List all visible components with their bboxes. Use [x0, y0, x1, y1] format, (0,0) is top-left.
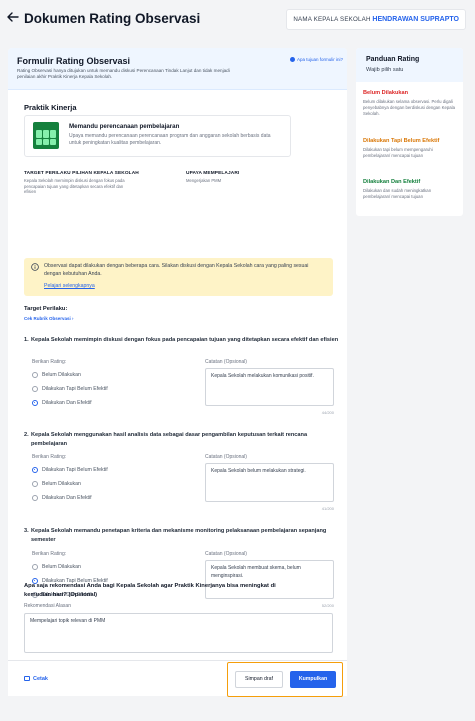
print-button[interactable]: Cetak [24, 676, 48, 682]
question-number: 2. [24, 432, 29, 438]
target-text: Kepala Sekolah memimpin diskusi dengan f… [24, 178, 125, 194]
note-label: Catatan (Opsional) [205, 551, 247, 557]
recommendation-label: Rekomendasi Alasan [24, 603, 71, 609]
q2-char-counter: 41/200 [321, 506, 334, 511]
recommendation-field[interactable]: Mempelajari topik relevan di PMM [24, 613, 333, 653]
top-bar: Dokumen Rating Observasi NAMA KEPALA SEK… [0, 0, 475, 40]
form-title: Formulir Rating Observasi [17, 56, 131, 66]
guide-text-2: Dilakukan tapi belum mempengaruhi pembel… [363, 147, 433, 158]
radio-button[interactable] [32, 495, 38, 501]
question-text: Kepala Sekolah menggunakan hasil analisi… [31, 432, 308, 447]
upaya-text: Mengerjakan PMM [186, 178, 222, 183]
recommendation-question: Apa saja rekomendasi Anda bagi Kepala Se… [24, 583, 276, 598]
option-label: Dilakukan Dan Efektif [42, 495, 92, 501]
option-label: Belum Dilakukan [42, 372, 81, 378]
guide-title: Panduan Rating [366, 56, 420, 63]
option-label: Belum Dilakukan [42, 564, 81, 570]
kepsek-badge: NAMA KEPALA SEKOLAH HENDRAWAN SUPRAPTO [286, 9, 466, 30]
rubric-link-label: Cek Rubrik Observasi [24, 316, 71, 321]
guide-text-1: Belum dilakukan selama observasi. Perlu … [363, 99, 455, 116]
kepsek-label: NAMA KEPALA SEKOLAH [293, 16, 371, 23]
info-icon [289, 57, 295, 62]
form-header: Formulir Rating Observasi Rating Observa… [8, 48, 347, 90]
guide-heading-2: Dilakukan Tapi Belum Efektif [363, 138, 440, 144]
radio-button-selected[interactable] [32, 467, 38, 473]
purpose-link-label: Apa tujuan formulir ini? [296, 57, 343, 62]
arrow-left-icon[interactable] [6, 10, 20, 24]
competency-illustration [33, 122, 59, 149]
competency-description: Upaya memandu perencanaan perencanaan pr… [69, 133, 271, 146]
question-text: Kepala Sekolah memimpin diskusi dengan f… [31, 337, 339, 343]
question-text: Kepala Sekolah memandu penetapan kriteri… [31, 528, 327, 543]
print-label: Cetak [33, 676, 48, 682]
form-card: Formulir Rating Observasi Rating Observa… [8, 48, 347, 696]
submit-button[interactable]: Kumpulkan [290, 671, 336, 688]
save-draft-button[interactable]: Simpan draf [235, 671, 283, 688]
q1-note-field[interactable]: Kepala Sekolah melakukan komunikasi posi… [205, 368, 334, 406]
radio-button[interactable] [32, 386, 38, 392]
radio-button-selected[interactable] [32, 400, 38, 406]
q3-char-counter: 52/200 [321, 603, 334, 608]
q2-note-field[interactable]: Kepala Sekolah belum melakukan strategi. [205, 463, 334, 502]
question-2-title: 2. Kepala Sekolah menggunakan hasil anal… [24, 431, 340, 448]
page-title: Dokumen Rating Observasi [24, 11, 201, 26]
radio-button[interactable] [32, 481, 38, 487]
notice-text: Observasi dapat dilakukan dengan beberap… [44, 263, 309, 277]
notice-banner: Observasi dapat dilakukan dengan beberap… [24, 258, 333, 296]
competency-title: Memandu perencanaan pembelajaran [69, 123, 180, 130]
printer-icon [24, 676, 30, 681]
rating-label: Berikan Rating: [32, 359, 67, 365]
learn-more-link[interactable]: Pelajari selengkapnya [44, 283, 95, 289]
q1-char-counter: 44/200 [321, 410, 334, 415]
option-label: Dilakukan Tapi Belum Efektif [42, 386, 108, 392]
note-label: Catatan (Opsional) [205, 359, 247, 365]
competency-card: Memandu perencanaan pembelajaran Upaya m… [24, 115, 291, 157]
guide-text-3: Dilakukan dan sudah meningkatkan pembela… [363, 188, 432, 199]
form-description: Rating Observasi hanya ditujukan untuk m… [17, 68, 230, 79]
note-label: Catatan (Opsional) [205, 454, 247, 460]
target-label: TARGET PERILAKU PILIHAN KEPALA SEKOLAH [24, 171, 139, 176]
guide-header: Panduan Rating Wajib pilih satu [356, 48, 463, 82]
chevron-right-icon: › [72, 316, 74, 321]
radio-button[interactable] [32, 564, 38, 570]
question-number: 3. [24, 528, 29, 534]
option-label: Dilakukan Tapi Belum Efektif [42, 467, 108, 473]
section-title: Praktik Kinerja [24, 103, 77, 112]
target-behavior-title: Target Perilaku: [24, 306, 68, 312]
rating-label: Berikan Rating: [32, 551, 67, 557]
guide-heading-3: Dilakukan Dan Efektif [363, 179, 421, 185]
guide-subtitle: Wajib pilih satu [366, 67, 404, 73]
radio-button[interactable] [32, 372, 38, 378]
question-1-title: 1. Kepala Sekolah memimpin diskusi denga… [24, 336, 340, 345]
guide-heading-1: Belum Dilakukan [363, 90, 409, 96]
rating-guide-panel: Panduan Rating Wajib pilih satu Belum Di… [356, 48, 463, 216]
option-label: Dilakukan Dan Efektif [42, 400, 92, 406]
upaya-label: UPAYA MEMPELAJARI [186, 171, 240, 176]
rating-label: Berikan Rating: [32, 454, 67, 460]
question-number: 1. [24, 337, 29, 343]
option-label: Belum Dilakukan [42, 481, 81, 487]
purpose-link[interactable]: Apa tujuan formulir ini? [289, 57, 343, 62]
rubric-link[interactable]: Cek Rubrik Observasi › [24, 316, 74, 321]
kepsek-name: HENDRAWAN SUPRAPTO [372, 16, 459, 23]
info-circle-icon [31, 263, 39, 271]
question-3-title: 3. Kepala Sekolah memandu penetapan krit… [24, 527, 340, 544]
